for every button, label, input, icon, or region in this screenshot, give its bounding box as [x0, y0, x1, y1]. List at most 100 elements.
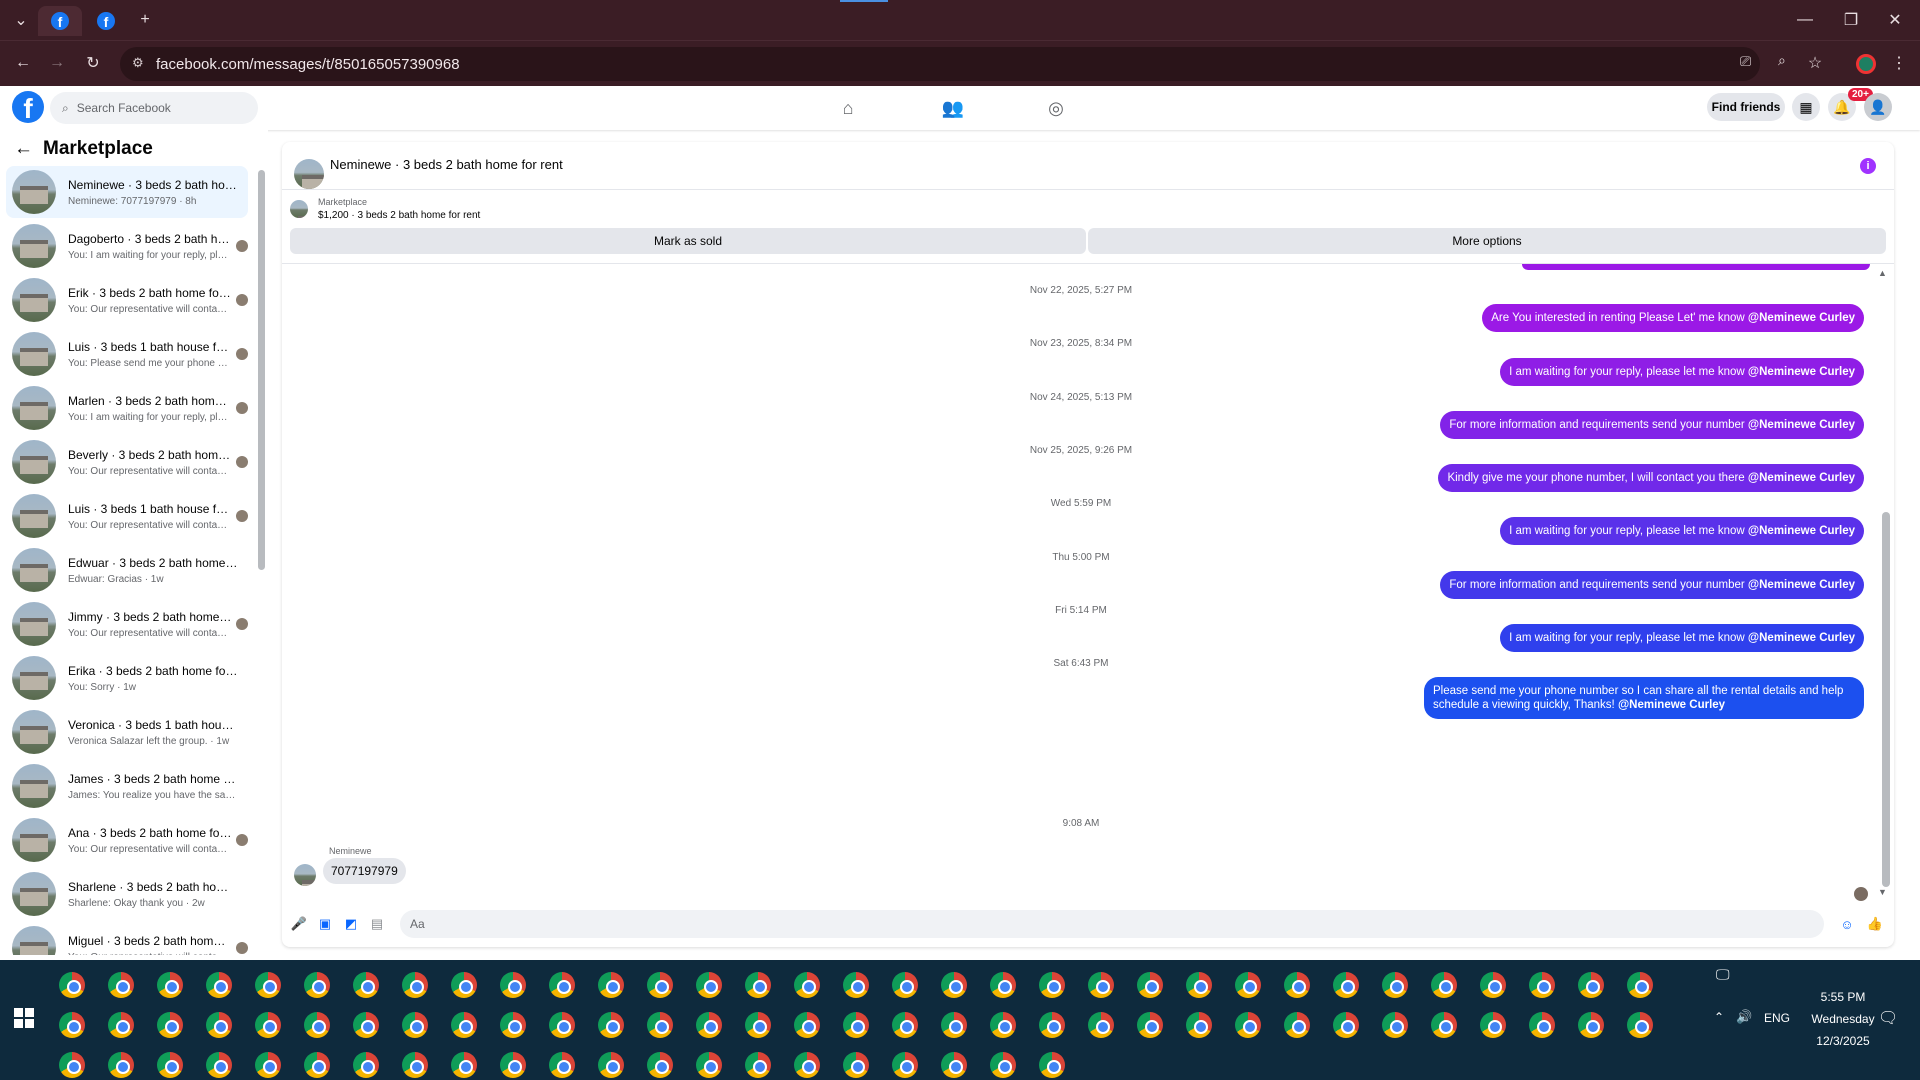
chrome-taskbar-icon[interactable]	[696, 972, 722, 998]
home-icon[interactable]: ⌂	[836, 96, 860, 120]
chrome-taskbar-icon[interactable]	[255, 1012, 281, 1038]
chrome-taskbar-icon[interactable]	[647, 1052, 673, 1078]
chrome-taskbar-icon[interactable]	[549, 1052, 575, 1078]
chrome-taskbar-icon[interactable]	[451, 972, 477, 998]
back-arrow-icon[interactable]: ←	[14, 138, 33, 160]
chrome-taskbar-icon[interactable]	[1186, 972, 1212, 998]
scroll-down-arrow-icon[interactable]: ▼	[1878, 887, 1887, 897]
conversation-item[interactable]: James · 3 beds 2 bath home for rent James…	[6, 760, 248, 812]
chrome-taskbar-icon[interactable]	[794, 1012, 820, 1038]
chrome-taskbar-icon[interactable]	[745, 1052, 771, 1078]
chrome-taskbar-icon[interactable]	[1578, 1012, 1604, 1038]
chrome-taskbar-icon[interactable]	[990, 1012, 1016, 1038]
conversation-item[interactable]: Neminewe · 3 beds 2 bath home for rent Ne…	[6, 166, 248, 218]
more-options-button[interactable]: More options	[1088, 228, 1886, 254]
chrome-taskbar-icon[interactable]	[402, 972, 428, 998]
chrome-taskbar-icon[interactable]	[1382, 1012, 1408, 1038]
chrome-taskbar-icon[interactable]	[1284, 972, 1310, 998]
account-avatar[interactable]: 👤	[1864, 93, 1892, 121]
sticker-icon[interactable]: ◩	[342, 915, 360, 933]
chrome-taskbar-icon[interactable]	[59, 1052, 85, 1078]
chrome-taskbar-icon[interactable]	[549, 972, 575, 998]
chrome-taskbar-icon[interactable]	[745, 1012, 771, 1038]
mention[interactable]: @Neminewe Curley	[1748, 632, 1855, 644]
conversation-item[interactable]: Marlen · 3 beds 2 bath home for rent You:…	[6, 382, 248, 434]
chrome-taskbar-icon[interactable]	[108, 972, 134, 998]
chat-title[interactable]: Neminewe · 3 beds 2 bath home for rent	[330, 157, 563, 172]
chrome-taskbar-icon[interactable]	[206, 972, 232, 998]
sent-message[interactable]: I am waiting for your reply, please let …	[1500, 358, 1864, 386]
scroll-up-arrow-icon[interactable]: ▲	[1878, 268, 1887, 278]
conversation-item[interactable]: Jimmy · 3 beds 2 bath home for rent You: …	[6, 598, 248, 650]
sent-message[interactable]: For more information and requirements se…	[1440, 571, 1864, 599]
chrome-taskbar-icon[interactable]	[1578, 972, 1604, 998]
windows-start-icon[interactable]	[14, 1008, 34, 1028]
conversation-item[interactable]: Luis · 3 beds 1 bath house for rent You: …	[6, 328, 248, 380]
chrome-taskbar-icon[interactable]	[353, 1052, 379, 1078]
mention[interactable]: @Neminewe Curley	[1748, 472, 1855, 484]
emoji-icon[interactable]: ☺	[1838, 915, 1856, 933]
sidebar-scrollbar[interactable]	[258, 170, 265, 570]
chrome-taskbar-icon[interactable]	[1137, 1012, 1163, 1038]
like-thumb-icon[interactable]: 👍	[1866, 915, 1884, 933]
profile-icon[interactable]	[1856, 54, 1876, 74]
conversation-item[interactable]: Sharlene · 3 beds 2 bath home for rent Sh…	[6, 868, 248, 920]
chrome-taskbar-icon[interactable]	[647, 1012, 673, 1038]
volume-icon[interactable]: 🔊	[1736, 1009, 1752, 1025]
conversation-item[interactable]: Ana · 3 beds 2 bath home for rent You: Ou…	[6, 814, 248, 866]
chrome-taskbar-icon[interactable]	[598, 1052, 624, 1078]
chrome-taskbar-icon[interactable]	[549, 1012, 575, 1038]
back-icon[interactable]: ←	[8, 48, 38, 78]
chrome-taskbar-icon[interactable]	[353, 972, 379, 998]
chrome-taskbar-icon[interactable]	[1088, 1012, 1114, 1038]
chrome-taskbar-icon[interactable]	[108, 1012, 134, 1038]
chrome-taskbar-icon[interactable]	[1235, 972, 1261, 998]
forward-icon[interactable]: →	[42, 48, 72, 78]
chrome-taskbar-icon[interactable]	[1627, 972, 1653, 998]
chrome-taskbar-icon[interactable]	[1431, 1012, 1457, 1038]
conversation-item[interactable]: Edwuar · 3 beds 2 bath home for rent Edwu…	[6, 544, 248, 596]
chrome-taskbar-icon[interactable]	[1529, 1012, 1555, 1038]
new-tab-button[interactable]: +	[130, 5, 160, 35]
chrome-taskbar-icon[interactable]	[206, 1012, 232, 1038]
chrome-taskbar-icon[interactable]	[1627, 1012, 1653, 1038]
mention[interactable]: @Neminewe Curley	[1748, 525, 1855, 537]
site-info-icon[interactable]: ⚙	[132, 55, 144, 71]
microphone-icon[interactable]: 🎤	[290, 915, 308, 933]
find-friends-button[interactable]: Find friends	[1707, 93, 1785, 121]
conversation-item[interactable]: Miguel · 3 beds 2 bath home for rent You:…	[6, 922, 248, 955]
mention[interactable]: @Neminewe Curley	[1618, 699, 1725, 711]
conversation-item[interactable]: Luis · 3 beds 1 bath house for rent You: …	[6, 490, 248, 542]
chrome-taskbar-icon[interactable]	[206, 1052, 232, 1078]
chat-avatar[interactable]	[294, 158, 324, 189]
chrome-taskbar-icon[interactable]	[1480, 972, 1506, 998]
chrome-taskbar-icon[interactable]	[745, 972, 771, 998]
info-icon[interactable]: i	[1860, 158, 1876, 174]
received-message[interactable]: 7077197979	[323, 858, 406, 884]
chrome-taskbar-icon[interactable]	[794, 1052, 820, 1078]
bookmark-star-icon[interactable]: ☆	[1800, 48, 1830, 78]
search-input[interactable]: ⌕ Search Facebook	[50, 92, 258, 124]
chrome-taskbar-icon[interactable]	[941, 1012, 967, 1038]
chrome-taskbar-icon[interactable]	[157, 1012, 183, 1038]
chrome-taskbar-icon[interactable]	[1333, 1012, 1359, 1038]
chrome-taskbar-icon[interactable]	[843, 972, 869, 998]
browser-tab-1[interactable]: f	[38, 6, 82, 36]
chrome-taskbar-icon[interactable]	[1431, 972, 1457, 998]
notification-center-icon[interactable]: 🗨	[1878, 1008, 1898, 1028]
chat-scrollbar[interactable]	[1882, 512, 1890, 887]
facebook-logo-icon[interactable]: f	[12, 91, 44, 123]
chrome-taskbar-icon[interactable]	[59, 1012, 85, 1038]
zoom-icon[interactable]: ⌕	[1778, 52, 1786, 69]
install-app-icon[interactable]: ⎚	[1740, 53, 1751, 70]
listing-title[interactable]: $1,200 · 3 beds 2 bath home for rent	[318, 210, 480, 221]
conversation-item[interactable]: Veronica · 3 beds 1 bath house for rent V…	[6, 706, 248, 758]
chrome-taskbar-icon[interactable]	[990, 972, 1016, 998]
chrome-taskbar-icon[interactable]	[500, 972, 526, 998]
chrome-taskbar-icon[interactable]	[59, 972, 85, 998]
chrome-taskbar-icon[interactable]	[108, 1052, 134, 1078]
chrome-taskbar-icon[interactable]	[255, 1052, 281, 1078]
sent-message[interactable]: Are You interested in renting Please Let…	[1482, 304, 1864, 332]
chrome-taskbar-icon[interactable]	[500, 1012, 526, 1038]
mention[interactable]: @Neminewe Curley	[1748, 419, 1855, 431]
